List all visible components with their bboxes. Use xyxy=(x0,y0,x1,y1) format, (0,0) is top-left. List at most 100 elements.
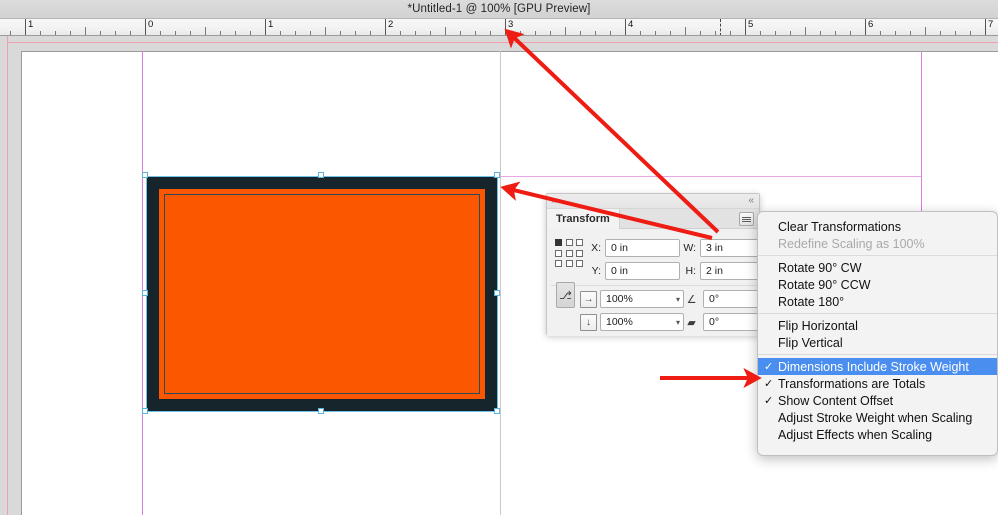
x-label: X: xyxy=(591,242,601,254)
menu-item-adjust-effects-when-scaling[interactable]: Adjust Effects when Scaling xyxy=(758,426,997,443)
column-guide-center xyxy=(500,51,501,515)
ruler-minor-tick xyxy=(10,31,11,35)
menu-item-redefine-scaling-as-100: Redefine Scaling as 100% xyxy=(758,235,997,252)
shear-value: 0° xyxy=(709,316,720,328)
menu-item-show-content-offset[interactable]: ✓ Show Content Offset xyxy=(758,392,997,409)
refpoint-bottom-center[interactable] xyxy=(565,260,573,267)
refpoint-bottom-right[interactable] xyxy=(576,260,583,267)
transform-panel-body: X: 0 in W: 3 in Y: 0 in H: 2 in ⎇ → 100%… xyxy=(547,230,771,336)
menu-item-flip-horizontal[interactable]: Flip Horizontal xyxy=(758,317,997,334)
y-input[interactable]: 0 in xyxy=(605,262,680,280)
ruler-minor-tick xyxy=(415,31,416,35)
menu-item-label: Rotate 90° CCW xyxy=(778,277,871,292)
ruler-minor-tick xyxy=(655,31,656,35)
ruler-label: 4 xyxy=(628,19,634,30)
refpoint-top-center[interactable] xyxy=(565,239,573,246)
scale-horizontal-input[interactable]: 100% ▾ xyxy=(600,290,684,308)
scale-vertical-input[interactable]: 100% ▾ xyxy=(600,313,684,331)
transform-panel[interactable]: × « Transform X: 0 in W: 3 in Y: 0 in H:… xyxy=(546,193,771,336)
selection-handle-top-center[interactable] xyxy=(318,172,324,178)
refpoint-middle-center[interactable] xyxy=(565,249,573,257)
menu-item-label: Show Content Offset xyxy=(778,393,894,408)
menu-item-rotate-90-cw[interactable]: Rotate 90° CW xyxy=(758,259,997,276)
ruler-minor-tick xyxy=(925,27,926,35)
ruler-minor-tick xyxy=(70,31,71,35)
ruler-label: 2 xyxy=(388,19,394,30)
w-label: W: xyxy=(683,242,696,254)
ruler-minor-tick xyxy=(565,27,566,35)
y-field-row: Y: 0 in xyxy=(585,262,680,280)
menu-item-label: Adjust Effects when Scaling xyxy=(778,427,933,442)
illustrator-window: *Untitled-1 @ 100% [GPU Preview] 1 0 1 2 3 4 5… xyxy=(0,0,998,515)
menu-item-label: Rotate 90° CW xyxy=(778,260,862,275)
close-icon[interactable]: × xyxy=(551,196,556,206)
ruler-minor-tick xyxy=(460,31,461,35)
chevron-down-icon[interactable]: ▾ xyxy=(676,314,680,330)
ruler-minor-tick xyxy=(520,31,521,35)
x-input[interactable]: 0 in xyxy=(605,239,680,257)
ruler-minor-tick xyxy=(910,31,911,35)
menu-item-adjust-stroke-weight-when-scaling[interactable]: Adjust Stroke Weight when Scaling xyxy=(758,409,997,426)
ruler-label: 1 xyxy=(268,19,274,30)
menu-item-flip-vertical[interactable]: Flip Vertical xyxy=(758,334,997,351)
menu-item-dimensions-include-stroke-weight[interactable]: ✓ Dimensions Include Stroke Weight xyxy=(758,358,997,375)
refpoint-top-left[interactable] xyxy=(555,239,562,246)
check-icon: ✓ xyxy=(764,378,774,390)
ruler-minor-tick xyxy=(205,27,206,35)
ruler-minor-tick xyxy=(730,31,731,35)
title-bar: *Untitled-1 @ 100% [GPU Preview] xyxy=(0,0,998,19)
tab-transform[interactable]: Transform xyxy=(547,209,620,229)
rotate-value: 0° xyxy=(709,293,720,305)
ruler-minor-tick xyxy=(580,31,581,35)
selection-handle-middle-left[interactable] xyxy=(142,290,148,296)
ruler-minor-tick xyxy=(235,31,236,35)
selection-handle-top-left[interactable] xyxy=(142,172,148,178)
menu-item-rotate-90-ccw[interactable]: Rotate 90° CCW xyxy=(758,276,997,293)
panel-menu-icon[interactable] xyxy=(739,212,754,226)
reference-point-selector[interactable] xyxy=(555,239,585,269)
ruler-label: 6 xyxy=(868,19,874,30)
menu-item-label: Flip Vertical xyxy=(778,335,843,350)
selection-handle-bottom-left[interactable] xyxy=(142,408,148,414)
chevron-down-icon[interactable]: ▾ xyxy=(676,291,680,307)
menu-item-clear-transformations[interactable]: Clear Transformations xyxy=(758,218,997,235)
x-field-row: X: 0 in xyxy=(585,239,680,257)
h-field-row: H: 2 in xyxy=(680,262,768,280)
refpoint-middle-left[interactable] xyxy=(555,249,562,257)
ruler-minor-tick xyxy=(760,31,761,35)
ruler-minor-tick xyxy=(190,31,191,35)
panel-divider xyxy=(551,285,757,286)
ruler-minor-tick xyxy=(955,31,956,35)
ruler-minor-tick xyxy=(880,31,881,35)
selection-handle-bottom-center[interactable] xyxy=(318,408,324,414)
ruler-minor-tick xyxy=(670,31,671,35)
selection-handle-top-right[interactable] xyxy=(494,172,500,178)
menu-item-label: Flip Horizontal xyxy=(778,318,858,333)
refpoint-top-right[interactable] xyxy=(576,239,583,246)
ruler-minor-tick xyxy=(175,31,176,35)
collapse-panel-icon[interactable]: « xyxy=(748,195,754,207)
ruler-minor-tick xyxy=(130,31,131,35)
menu-item-transformations-are-totals[interactable]: ✓ Transformations are Totals xyxy=(758,375,997,392)
ruler-minor-tick xyxy=(685,27,686,35)
panel-title-bar: × « xyxy=(547,194,759,209)
transform-panel-flyout-menu[interactable]: Clear Transformations Redefine Scaling as… xyxy=(757,211,998,456)
bleed-guide-horizontal xyxy=(7,42,998,43)
refpoint-middle-right[interactable] xyxy=(576,249,583,257)
ruler-label: 3 xyxy=(508,19,514,30)
document-title: *Untitled-1 @ 100% [GPU Preview] xyxy=(407,3,591,15)
horizontal-ruler[interactable]: 1 0 1 2 3 4 5 6 7 xyxy=(0,19,998,36)
selection-handle-bottom-right[interactable] xyxy=(494,408,500,414)
selection-handle-middle-right[interactable] xyxy=(494,290,500,296)
ruler-minor-tick xyxy=(250,31,251,35)
menu-item-rotate-180[interactable]: Rotate 180° xyxy=(758,293,997,310)
ruler-minor-tick xyxy=(115,31,116,35)
h-label: H: xyxy=(685,265,697,277)
rotate-angle-icon: ∠ xyxy=(686,293,697,306)
orange-rectangle-artwork[interactable] xyxy=(146,176,498,412)
constrain-proportions-link-icon[interactable]: ⎇ xyxy=(556,282,575,308)
bleed-guide-vertical xyxy=(7,36,8,515)
refpoint-bottom-left[interactable] xyxy=(555,260,562,267)
ruler-minor-tick xyxy=(220,31,221,35)
ruler-minor-tick xyxy=(820,31,821,35)
